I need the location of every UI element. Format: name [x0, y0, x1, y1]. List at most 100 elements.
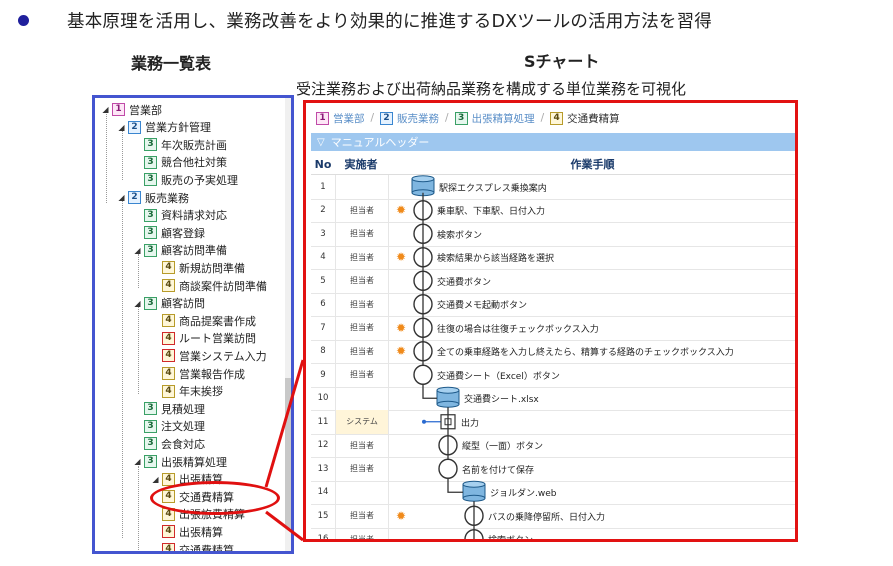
- tree-item-label: 新規訪問準備: [179, 261, 245, 275]
- s-chart-panel: 1 営業部/2 販売業務/3 出張精算処理/4 交通費精算 ▽ マニュアルヘッダー No…: [303, 100, 798, 542]
- step-text: ジョルダン.web: [490, 489, 557, 500]
- tree-guide-line: [122, 200, 123, 538]
- highlight-ellipse: [150, 481, 280, 515]
- tree-item[interactable]: 4 営業システム入力: [151, 347, 267, 364]
- tree-item-label: 販売業務: [145, 191, 189, 205]
- tree-item-label: 競合他社対策: [161, 156, 227, 170]
- tree-guide-line: [138, 466, 139, 551]
- tree-item-label: ルート営業訪問: [179, 332, 256, 346]
- tree-item[interactable]: 4 商談案件訪問準備: [151, 277, 267, 294]
- collapse-toggle-icon[interactable]: ◢: [133, 246, 142, 255]
- tree-item[interactable]: 4 新規訪問準備: [151, 259, 245, 276]
- step-text: 出力: [461, 418, 480, 429]
- tree-item-label: 注文処理: [161, 420, 205, 434]
- tree-item[interactable]: 3 資料請求対応: [133, 207, 227, 224]
- collapse-toggle-icon[interactable]: ◢: [133, 457, 142, 466]
- level-badge: 4: [162, 349, 175, 363]
- step-circle: [438, 458, 458, 479]
- tree-item-label: 顧客登録: [161, 226, 205, 240]
- tree-item[interactable]: 4 商品提案書作成: [151, 312, 256, 329]
- tree-item-label: 営業方針管理: [145, 121, 211, 135]
- level-badge: 3: [144, 296, 157, 310]
- tree-item[interactable]: 4 営業報告作成: [151, 365, 245, 382]
- right-sublabel: 受注業務および出荷納品業務を構成する単位業務を可視化: [296, 80, 687, 98]
- tree-item-label: 出張精算処理: [161, 455, 227, 469]
- tree-item[interactable]: 4 交通費精算: [151, 541, 234, 554]
- step-text: 乗車駅、下車駅、日付入力: [437, 207, 546, 218]
- database-top: [462, 480, 486, 488]
- step-text: 交通費シート.xlsx: [464, 395, 539, 406]
- bullet-icon: [18, 15, 29, 26]
- tree-item-label: 資料請求対応: [161, 209, 227, 223]
- tree-item[interactable]: ◢ 3 出張精算処理: [133, 453, 227, 470]
- headline: 基本原理を活用し、業務改善をより効果的に推進するDXツールの活用方法を習得: [18, 8, 712, 33]
- flow-branch-2: [447, 477, 463, 493]
- tree-item[interactable]: 4 年末挨拶: [151, 383, 223, 400]
- tree-item-label: 会食対応: [161, 437, 205, 451]
- step-text: 縦型（一面）ボタン: [462, 442, 544, 453]
- tree-item[interactable]: ◢ 2 販売業務: [117, 189, 189, 206]
- step-text: 交通費シート（Excel）ボタン: [437, 371, 560, 382]
- collapse-toggle-icon[interactable]: ◢: [101, 105, 110, 114]
- level-badge: 4: [162, 367, 175, 380]
- output-dot: [422, 419, 426, 424]
- database-top: [436, 386, 460, 394]
- level-badge: 3: [144, 455, 157, 468]
- tree-item[interactable]: 4 ルート営業訪問: [151, 330, 256, 347]
- level-badge: 3: [144, 243, 157, 257]
- step-text: 駅探エクスプレス乗換案内: [439, 183, 547, 194]
- step-text: 交通費ボタン: [437, 277, 492, 288]
- tree-item-label: 顧客訪問準備: [161, 244, 227, 258]
- level-badge: 2: [128, 120, 141, 134]
- tree-item-label: 商品提案書作成: [179, 314, 256, 328]
- tree-item[interactable]: 3 競合他社対策: [133, 154, 227, 171]
- level-badge: 3: [144, 173, 157, 187]
- tree-item[interactable]: 4 出張精算: [151, 523, 223, 540]
- level-badge: 4: [162, 314, 175, 328]
- level-badge: 1: [112, 103, 125, 116]
- level-badge: 4: [162, 543, 175, 551]
- tree-scrollbar-thumb[interactable]: [285, 378, 291, 528]
- database-top: [411, 175, 435, 183]
- tree-item[interactable]: ◢ 3 顧客訪問準備: [133, 242, 227, 259]
- level-badge: 3: [144, 437, 157, 451]
- collapse-toggle-icon[interactable]: ◢: [151, 475, 160, 484]
- collapse-toggle-icon[interactable]: ◢: [117, 193, 126, 202]
- level-badge: 3: [144, 402, 157, 416]
- collapse-toggle-icon[interactable]: ◢: [133, 299, 142, 308]
- database-bottom: [436, 400, 460, 408]
- tree-item[interactable]: 3 会食対応: [133, 435, 205, 452]
- tree-item[interactable]: 3 年次販売計画: [133, 136, 227, 153]
- headline-text: 基本原理を活用し、業務改善をより効果的に推進するDXツールの活用方法を習得: [67, 12, 713, 32]
- step-text: 交通費メモ起動ボタン: [437, 301, 528, 312]
- collapse-toggle-icon[interactable]: ◢: [117, 123, 126, 132]
- level-badge: 4: [162, 525, 175, 539]
- tree-guide-line: [138, 254, 139, 288]
- tree-item-label: 営業システム入力: [179, 349, 267, 363]
- tree-item[interactable]: ◢ 1 営業部: [101, 101, 162, 118]
- tree-item-label: 営業部: [129, 103, 162, 117]
- step-text: 検索結果から該当経路を選択: [437, 254, 555, 265]
- tree-item-label: 交通費精算: [179, 543, 234, 554]
- tree-guide-line: [138, 306, 139, 394]
- tree-item-label: 顧客訪問: [161, 297, 205, 311]
- step-text: バスの乗降停留所、日付入力: [488, 512, 606, 523]
- tree-item[interactable]: 3 顧客登録: [133, 224, 205, 241]
- level-badge: 4: [162, 331, 175, 345]
- database-bottom: [462, 494, 486, 502]
- level-badge: 3: [144, 138, 157, 152]
- tree-item-label: 年次販売計画: [161, 138, 227, 152]
- tree-item[interactable]: ◢ 2 営業方針管理: [117, 119, 211, 136]
- flow-branch-1: [422, 383, 437, 399]
- level-badge: 3: [144, 208, 157, 222]
- tree-item[interactable]: 3 注文処理: [133, 418, 205, 435]
- tree-item-label: 出張精算: [179, 525, 223, 539]
- tree-item[interactable]: ◢ 3 顧客訪問: [133, 295, 205, 312]
- right-label: Sチャート: [524, 52, 600, 71]
- step-text: 全ての乗車経路を入力し終えたら、精算する経路のチェックボックス入力: [437, 348, 734, 359]
- step-circle: [413, 364, 433, 385]
- step-text: 検索ボタン: [437, 230, 483, 241]
- tree-item[interactable]: 3 販売の予実処理: [133, 171, 238, 188]
- tree-item[interactable]: 3 見積処理: [133, 400, 205, 417]
- left-label: 業務一覧表: [131, 54, 212, 73]
